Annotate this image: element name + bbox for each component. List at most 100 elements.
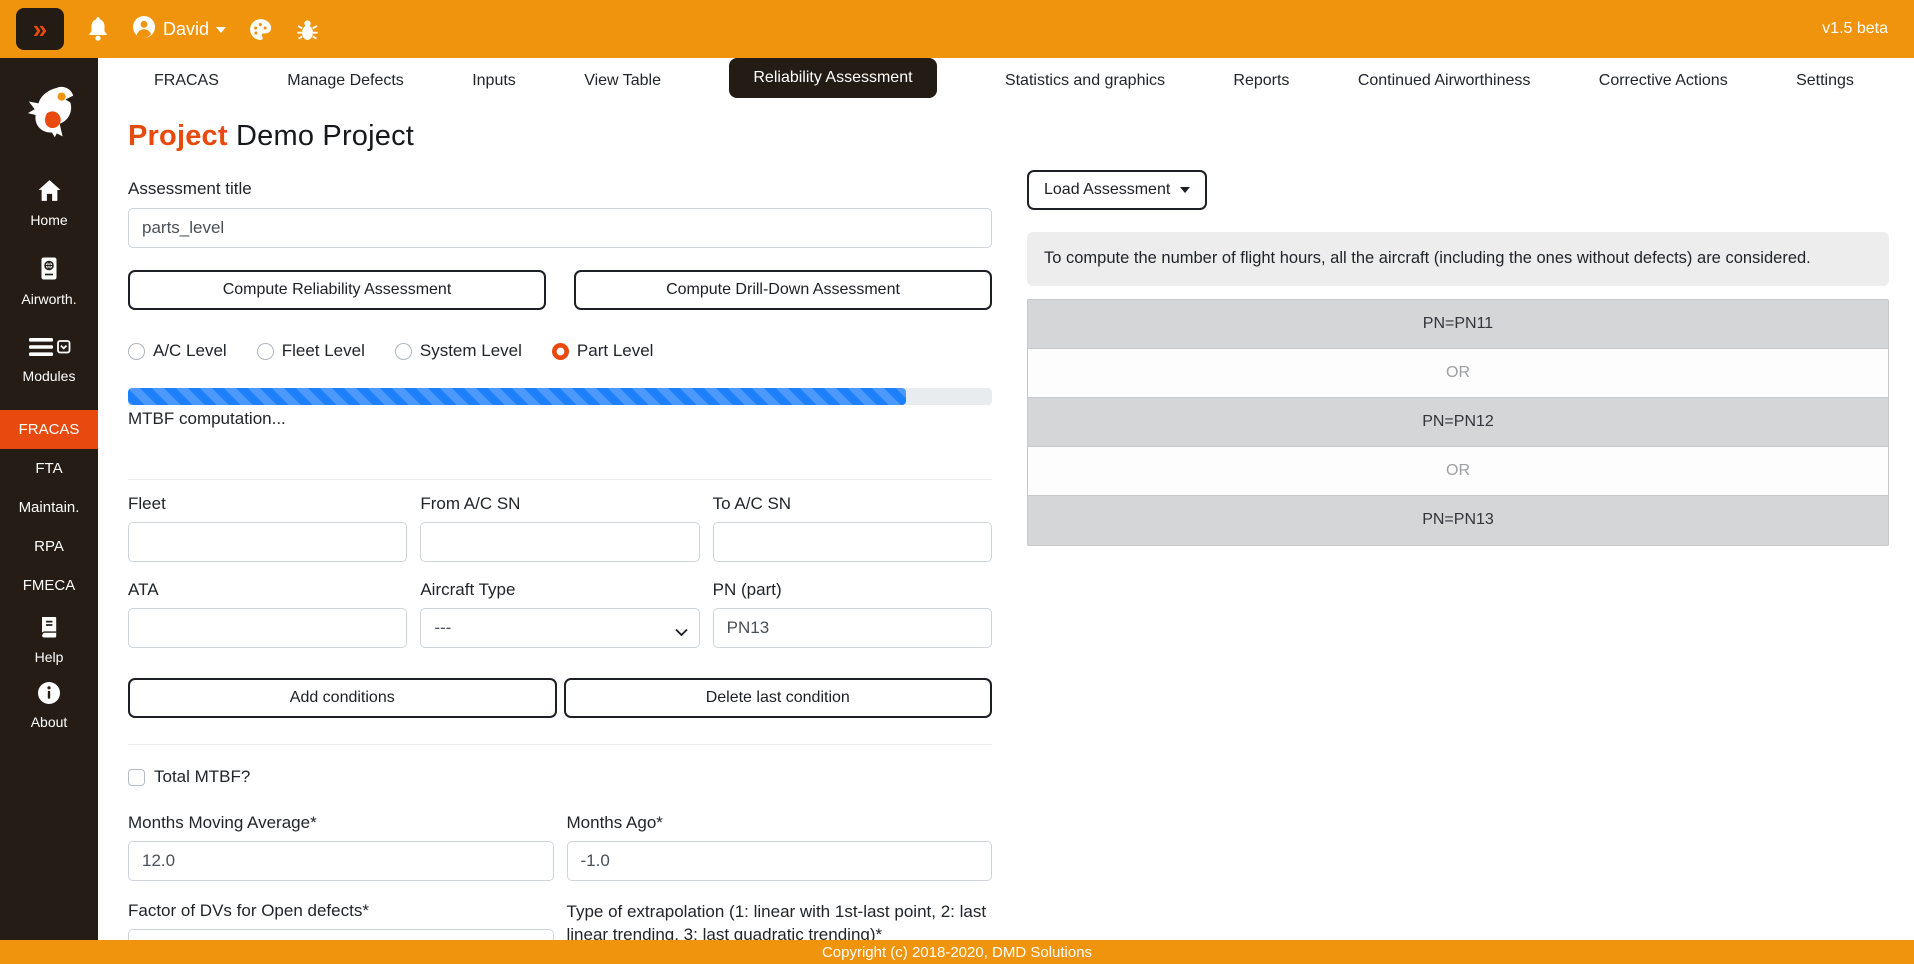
load-assessment-dropdown-button[interactable]: Load Assessment — [1027, 170, 1207, 210]
sidebar-item-about[interactable]: About — [0, 681, 98, 730]
fleet-input[interactable] — [128, 522, 407, 562]
tab-fracas[interactable]: FRACAS — [154, 72, 219, 90]
compute-drilldown-button[interactable]: Compute Drill-Down Assessment — [574, 270, 992, 310]
extrapolation-type-field: Type of extrapolation (1: linear with 1s… — [567, 901, 993, 940]
tab-statistics-and-graphics[interactable]: Statistics and graphics — [1005, 72, 1165, 90]
flight-hours-info-box: To compute the number of flight hours, a… — [1027, 232, 1889, 286]
pn-part-input[interactable] — [713, 608, 992, 648]
sidebar-item-rpa[interactable]: RPA — [0, 527, 98, 566]
sidebar-item-label: Modules — [23, 368, 76, 384]
sidebar-item-help[interactable]: Help — [0, 615, 98, 665]
sidebar-item-airworthiness[interactable]: Airworth. — [0, 256, 98, 307]
total-mtbf-checkbox-row[interactable]: Total MTBF? — [128, 767, 992, 787]
operator-row: OR — [1028, 447, 1888, 496]
sidebar-item-label: Airworth. — [21, 291, 76, 307]
radio-label: Part Level — [577, 341, 654, 361]
sidebar-item-maintain[interactable]: Maintain. — [0, 488, 98, 527]
project-label: Project — [128, 120, 228, 152]
notifications-bell-icon[interactable] — [86, 16, 110, 42]
module-tabs: FRACAS Manage Defects Inputs View Table … — [98, 58, 1914, 104]
project-name: Demo Project — [236, 120, 414, 152]
factor-dvs-field: Factor of DVs for Open defects* — [128, 901, 554, 940]
page-title: Project Demo Project — [128, 120, 992, 153]
add-conditions-button[interactable]: Add conditions — [128, 678, 557, 718]
months-ago-input[interactable] — [567, 841, 993, 881]
double-chevron-right-icon: » — [33, 16, 47, 42]
months-ago-label: Months Ago* — [567, 813, 993, 833]
ata-field: ATA — [128, 580, 407, 648]
radio-ac-level[interactable]: A/C Level — [128, 341, 227, 361]
sidebar-item-label: Home — [30, 212, 67, 228]
sidebar-item-fta[interactable]: FTA — [0, 449, 98, 488]
tab-continued-airworthiness[interactable]: Continued Airworthiness — [1358, 72, 1531, 90]
compute-reliability-button[interactable]: Compute Reliability Assessment — [128, 270, 546, 310]
fleet-label: Fleet — [128, 494, 407, 514]
home-icon — [36, 179, 63, 206]
tab-view-table[interactable]: View Table — [584, 72, 661, 90]
extrapolation-type-label: Type of extrapolation (1: linear with 1s… — [567, 901, 993, 940]
sidebar-item-home[interactable]: Home — [0, 179, 98, 228]
robin-bird-logo-icon — [18, 84, 80, 146]
condition-row: PN=PN13 — [1028, 496, 1888, 545]
tab-inputs[interactable]: Inputs — [472, 72, 516, 90]
tab-corrective-actions[interactable]: Corrective Actions — [1599, 72, 1728, 90]
assessment-form: Project Demo Project Assessment title Co… — [128, 116, 992, 940]
radio-icon — [395, 343, 412, 360]
radio-label: System Level — [420, 341, 522, 361]
tab-reliability-assessment[interactable]: Reliability Assessment — [729, 58, 936, 98]
app-logo[interactable] — [18, 84, 80, 151]
radio-icon — [257, 343, 274, 360]
compute-buttons-row: Compute Reliability Assessment Compute D… — [128, 270, 992, 310]
to-ac-sn-input[interactable] — [713, 522, 992, 562]
chevron-down-icon — [216, 27, 226, 33]
radio-part-level[interactable]: Part Level — [552, 341, 654, 361]
sidebar-item-label: Help — [35, 649, 64, 665]
months-moving-average-label: Months Moving Average* — [128, 813, 554, 833]
radio-fleet-level[interactable]: Fleet Level — [257, 341, 365, 361]
conditions-table: PN=PN11 OR PN=PN12 OR PN=PN13 — [1027, 299, 1889, 546]
assessment-title-input[interactable] — [128, 208, 992, 248]
user-avatar-icon — [132, 15, 156, 44]
months-moving-average-input[interactable] — [128, 841, 554, 881]
from-ac-sn-label: From A/C SN — [420, 494, 699, 514]
copyright-text: Copyright (c) 2018-2020, DMD Solutions — [822, 944, 1092, 961]
chevron-down-icon — [1180, 187, 1190, 193]
divider — [128, 744, 992, 745]
radio-system-level[interactable]: System Level — [395, 341, 522, 361]
pn-part-field: PN (part) — [713, 580, 992, 648]
chevron-down-icon — [675, 622, 688, 642]
ata-label: ATA — [128, 580, 407, 600]
factor-dvs-input[interactable] — [128, 929, 554, 940]
user-menu[interactable]: David — [132, 15, 226, 44]
theme-palette-icon[interactable] — [248, 17, 273, 42]
sidebar-item-modules[interactable]: Modules — [0, 335, 98, 384]
aircraft-type-field: Aircraft Type --- — [420, 580, 699, 648]
aircraft-type-select[interactable]: --- — [420, 608, 699, 648]
ata-input[interactable] — [128, 608, 407, 648]
radio-icon — [552, 343, 569, 360]
sidebar-item-fracas[interactable]: FRACAS — [0, 410, 98, 449]
to-ac-sn-field: To A/C SN — [713, 494, 992, 562]
assessment-title-label: Assessment title — [128, 179, 992, 199]
tab-reports[interactable]: Reports — [1233, 72, 1289, 90]
passport-icon — [37, 256, 61, 285]
tab-settings[interactable]: Settings — [1796, 72, 1854, 90]
operator-row: OR — [1028, 349, 1888, 398]
tab-manage-defects[interactable]: Manage Defects — [287, 72, 404, 90]
load-assessment-label: Load Assessment — [1044, 181, 1170, 199]
to-ac-sn-label: To A/C SN — [713, 494, 992, 514]
months-ago-field: Months Ago* — [567, 813, 993, 881]
checkbox-icon — [128, 769, 145, 786]
sidebar-expand-button[interactable]: » — [16, 8, 64, 50]
radio-label: A/C Level — [153, 341, 227, 361]
condition-buttons-row: Add conditions Delete last condition — [128, 678, 992, 718]
user-name: David — [163, 19, 209, 40]
factor-dvs-label: Factor of DVs for Open defects* — [128, 901, 554, 921]
delete-last-condition-button[interactable]: Delete last condition — [564, 678, 993, 718]
sidebar-item-fmeca[interactable]: FMECA — [0, 566, 98, 605]
from-ac-sn-input[interactable] — [420, 522, 699, 562]
divider — [128, 479, 992, 480]
level-radio-group: A/C Level Fleet Level System Level Part … — [128, 341, 992, 361]
aircraft-type-selected-value: --- — [434, 618, 451, 638]
bug-report-icon[interactable] — [295, 17, 320, 42]
